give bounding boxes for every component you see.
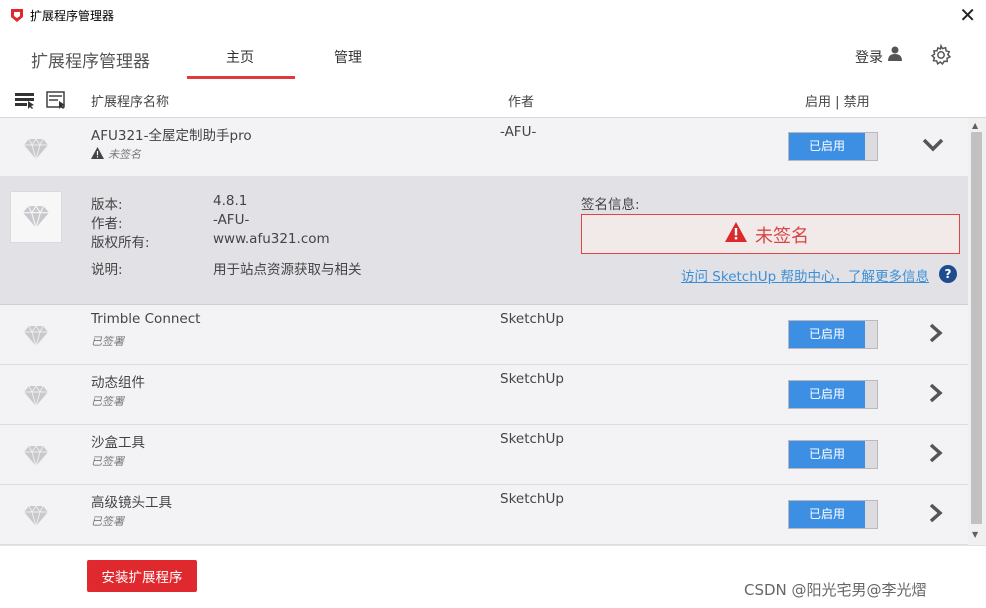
enable-toggle[interactable]: 已启用: [788, 440, 878, 469]
extension-author: SketchUp: [500, 311, 564, 327]
column-header: 扩展程序名称 作者 启用 | 禁用: [0, 80, 986, 118]
extension-icon-box: [10, 191, 62, 243]
signature-status-text: 未签名: [755, 226, 809, 247]
extension-row[interactable]: AFU321-全屋定制助手pro 未签名 -AFU- 已启用 版本: 4.8.1…: [0, 118, 968, 305]
extension-name: 动态组件: [91, 375, 145, 391]
version-value: 4.8.1: [213, 193, 248, 209]
top-navbar: 扩展程序管理器 主页 管理 登录: [0, 31, 986, 81]
author-label: 作者:: [91, 216, 123, 232]
column-author-header[interactable]: 作者: [508, 91, 534, 110]
extension-row[interactable]: 高级镜头工具 已签署 SketchUp 已启用: [0, 485, 968, 545]
column-name-header[interactable]: 扩展程序名称: [91, 91, 169, 110]
enable-toggle[interactable]: 已启用: [788, 380, 878, 409]
enabled-label: 已启用: [789, 321, 865, 348]
extension-author: SketchUp: [500, 431, 564, 447]
extension-name: Trimble Connect: [91, 311, 201, 327]
copyright-label: 版权所有:: [91, 235, 150, 251]
version-label: 版本:: [91, 197, 123, 213]
extension-row[interactable]: 沙盒工具 已签署 SketchUp 已启用: [0, 425, 968, 485]
enabled-label: 已启用: [789, 133, 865, 160]
active-tab-indicator: [187, 76, 295, 79]
window-titlebar: 扩展程序管理器 ✕: [0, 0, 986, 32]
help-icon[interactable]: ?: [939, 265, 957, 283]
help-center-link[interactable]: 访问 SketchUp 帮助中心，了解更多信息: [681, 265, 929, 285]
login-link[interactable]: 登录: [855, 47, 883, 67]
app-name: 扩展程序管理器: [31, 52, 150, 72]
ruby-gem-icon: [24, 445, 48, 467]
ruby-gem-icon: [24, 325, 48, 347]
extension-details-panel: 版本: 4.8.1 作者: -AFU- 版权所有: www.afu321.com…: [0, 176, 968, 305]
extension-author: SketchUp: [500, 371, 564, 387]
chevron-right-icon[interactable]: [926, 443, 944, 463]
chevron-down-icon[interactable]: [922, 138, 944, 152]
chevron-right-icon[interactable]: [926, 503, 944, 523]
description-label: 说明:: [91, 262, 123, 278]
enable-toggle[interactable]: 已启用: [788, 320, 878, 349]
extension-name: 高级镜头工具: [91, 495, 172, 511]
column-enable-header: 启用 | 禁用: [805, 95, 870, 110]
enable-toggle[interactable]: 已启用: [788, 500, 878, 529]
warning-icon: [725, 222, 747, 242]
scrollbar-thumb[interactable]: [971, 132, 982, 524]
ruby-gem-icon: [24, 385, 48, 407]
ruby-gem-icon: [24, 138, 48, 160]
sketchup-logo-icon: [11, 9, 23, 22]
signature-status: 已签署: [91, 455, 124, 468]
signature-status: 已签署: [91, 335, 124, 348]
watermark-text: CSDN @阳光宅男@李光熠: [744, 581, 927, 599]
extension-row[interactable]: 动态组件 已签署 SketchUp 已启用: [0, 365, 968, 425]
signature-status: 已签署: [91, 515, 124, 528]
signature-status: 未签名: [108, 148, 141, 161]
user-icon[interactable]: [888, 46, 902, 61]
enabled-label: 已启用: [789, 501, 865, 528]
enable-toggle[interactable]: 已启用: [788, 132, 878, 161]
vertical-scrollbar[interactable]: ▲ ▼: [968, 118, 986, 545]
gear-icon[interactable]: [930, 44, 952, 66]
description-value: 用于站点资源获取与相关: [213, 262, 362, 278]
scroll-up-arrow-icon[interactable]: ▲: [972, 121, 978, 130]
chevron-right-icon[interactable]: [926, 383, 944, 403]
warning-icon: [91, 147, 104, 159]
extension-name: 沙盒工具: [91, 435, 145, 451]
extension-row[interactable]: Trimble Connect 已签署 SketchUp 已启用: [0, 305, 968, 365]
window-title: 扩展程序管理器: [30, 9, 115, 23]
tab-home[interactable]: 主页: [226, 47, 254, 67]
footer: 安装扩展程序 CSDN @阳光宅男@李光熠: [0, 545, 986, 608]
extension-author: -AFU-: [500, 124, 537, 140]
extension-list: AFU321-全屋定制助手pro 未签名 -AFU- 已启用 版本: 4.8.1…: [0, 118, 968, 545]
signature-status: 已签署: [91, 395, 124, 408]
chevron-right-icon[interactable]: [926, 323, 944, 343]
scroll-down-arrow-icon[interactable]: ▼: [972, 530, 978, 539]
tab-manage[interactable]: 管理: [334, 47, 362, 67]
ruby-gem-icon: [24, 505, 48, 527]
close-icon[interactable]: ✕: [959, 3, 976, 27]
ruby-gem-icon: [23, 205, 49, 229]
signature-status-box: 未签名: [581, 214, 960, 254]
install-extension-button[interactable]: 安装扩展程序: [87, 560, 197, 592]
author-value: -AFU-: [213, 212, 250, 228]
extension-author: SketchUp: [500, 491, 564, 507]
detail-view-icon[interactable]: [46, 91, 68, 109]
signature-info-label: 签名信息:: [581, 197, 640, 213]
enabled-label: 已启用: [789, 381, 865, 408]
copyright-value: www.afu321.com: [213, 231, 330, 247]
extension-name: AFU321-全屋定制助手pro: [91, 128, 252, 144]
list-view-icon[interactable]: [15, 91, 37, 109]
enabled-label: 已启用: [789, 441, 865, 468]
